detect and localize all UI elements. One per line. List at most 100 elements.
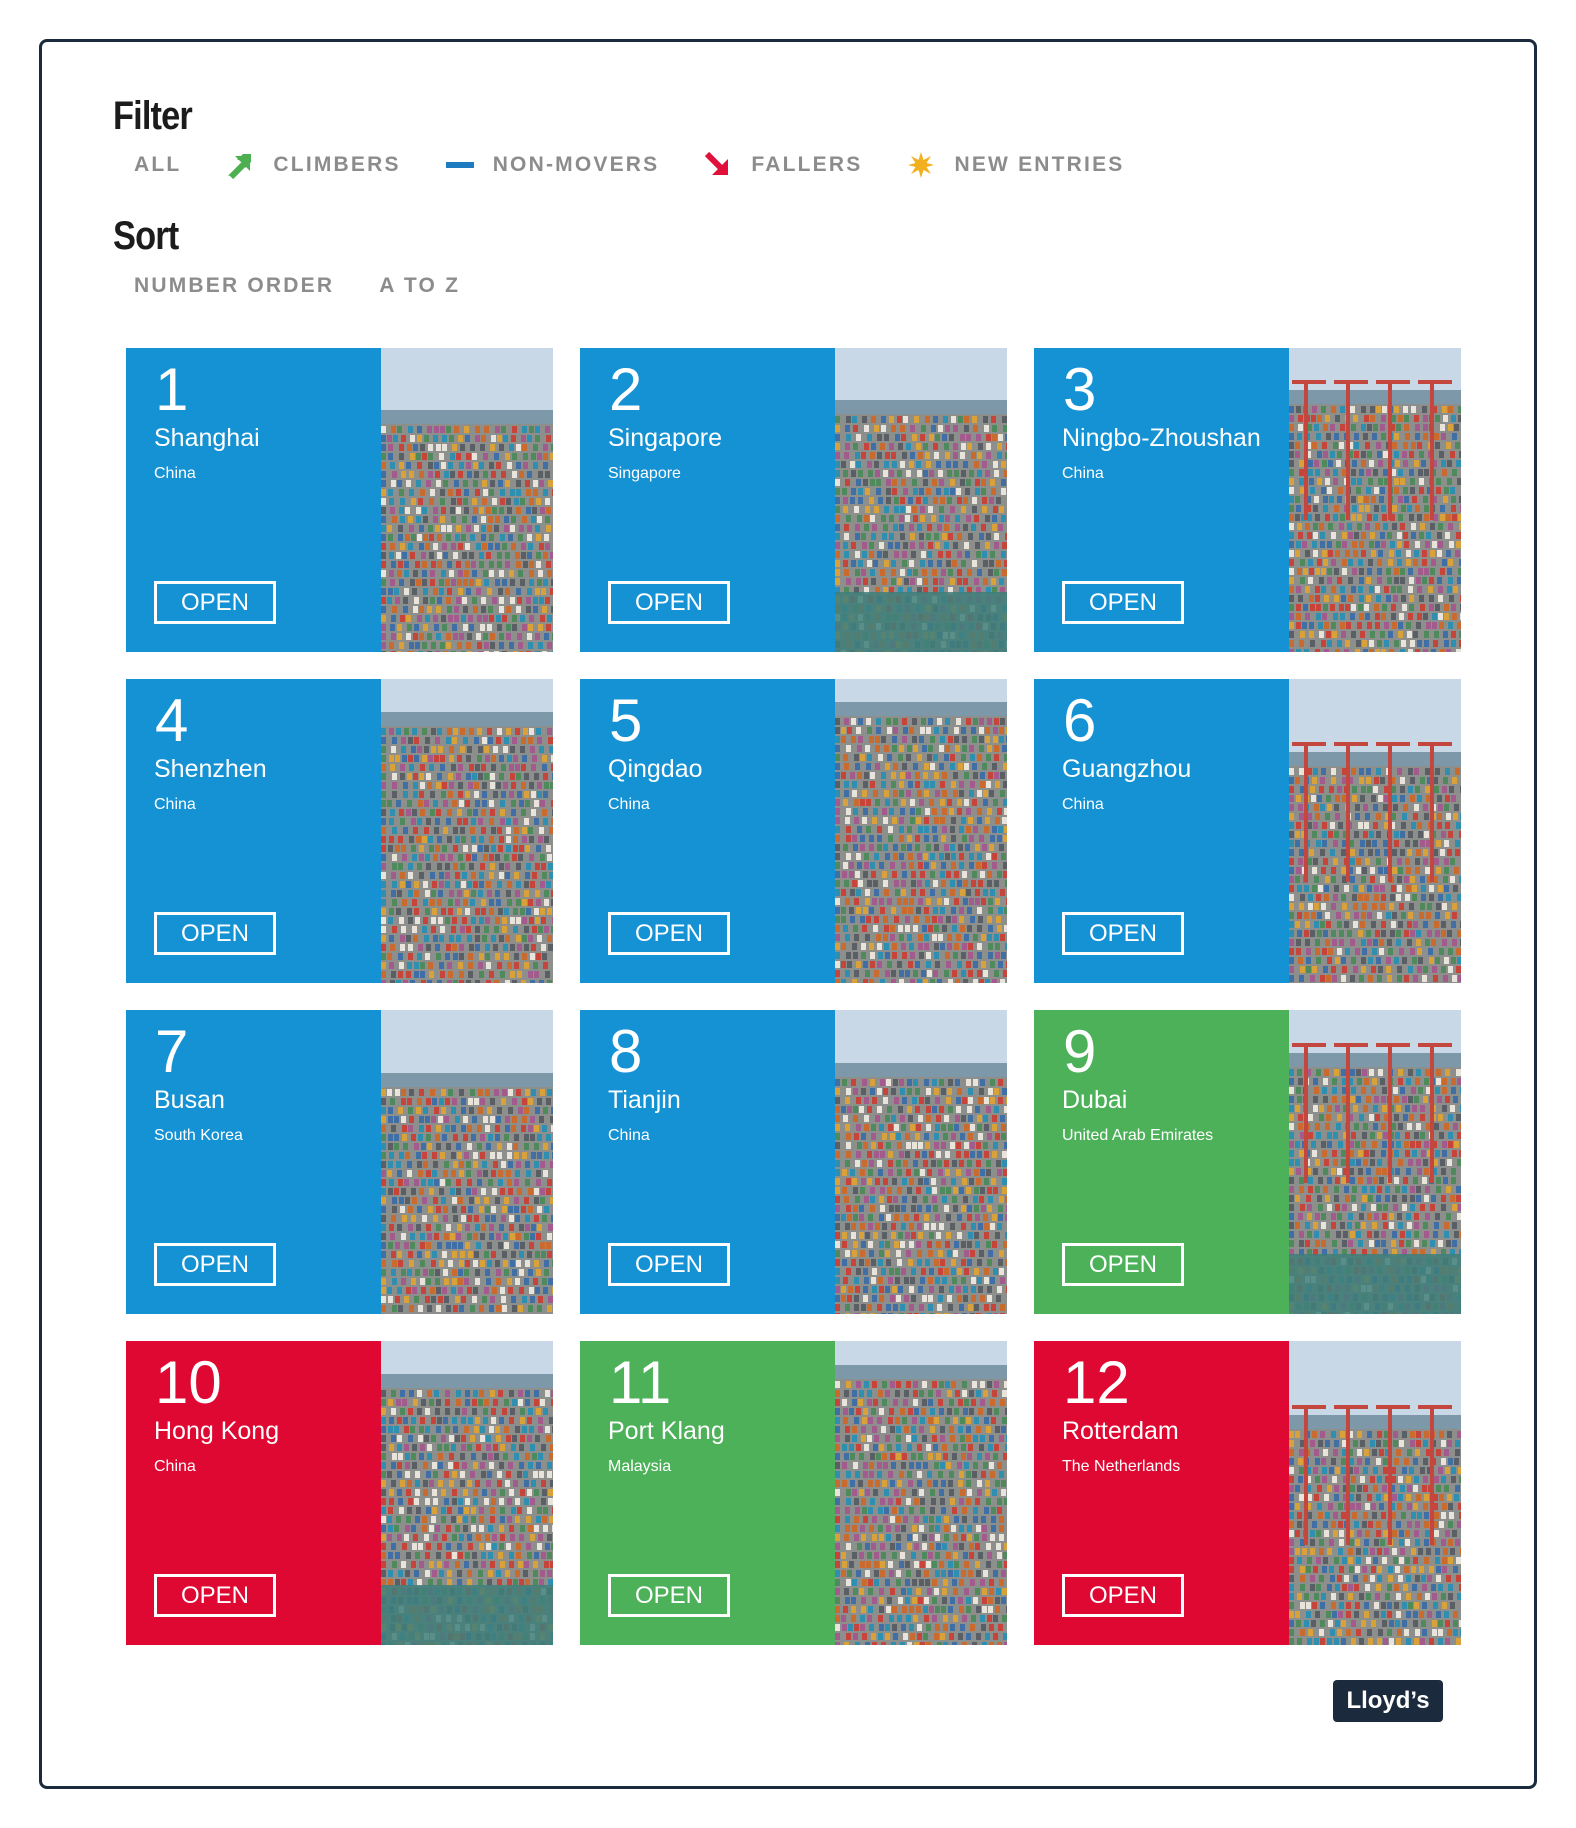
port-photo <box>1289 679 1461 983</box>
port-grid: 1 Shanghai China OPEN 2 Singapore Singap… <box>126 348 1461 1645</box>
port-card[interactable]: 7 Busan South Korea OPEN <box>126 1010 553 1314</box>
filter-fallers-label: FALLERS <box>751 153 863 176</box>
port-card-panel: 8 Tianjin China OPEN <box>580 1010 835 1314</box>
port-rank: 5 <box>609 687 643 754</box>
open-button[interactable]: OPEN <box>154 912 276 955</box>
port-city: Hong Kong <box>154 1417 280 1445</box>
filter-new-entries[interactable]: NEW ENTRIES <box>906 150 1124 180</box>
open-button[interactable]: OPEN <box>154 1574 276 1617</box>
port-card[interactable]: 12 Rotterdam The Netherlands OPEN <box>1034 1341 1461 1645</box>
filter-new-entries-label: NEW ENTRIES <box>954 153 1125 176</box>
port-card[interactable]: 5 Qingdao China OPEN <box>580 679 1007 983</box>
port-city: Port Klang <box>608 1417 725 1445</box>
open-button[interactable]: OPEN <box>1062 581 1184 624</box>
sort-a-to-z-label: A TO Z <box>379 274 461 297</box>
filter-all-label: ALL <box>134 153 182 176</box>
filter-climbers[interactable]: CLIMBERS <box>225 150 400 180</box>
filter-fallers[interactable]: FALLERS <box>703 150 862 180</box>
port-city: Busan <box>154 1086 225 1114</box>
port-rank: 8 <box>609 1018 643 1085</box>
port-country: China <box>608 1127 650 1144</box>
sort-a-to-z[interactable]: A TO Z <box>379 274 460 298</box>
port-rank: 11 <box>609 1349 672 1416</box>
port-country: China <box>154 465 196 482</box>
port-photo <box>381 1341 553 1645</box>
port-card-panel: 9 Dubai United Arab Emirates OPEN <box>1034 1010 1289 1314</box>
port-card[interactable]: 6 Guangzhou China OPEN <box>1034 679 1461 983</box>
port-rank: 7 <box>155 1018 189 1085</box>
open-button[interactable]: OPEN <box>1062 912 1184 955</box>
port-photo <box>835 1341 1007 1645</box>
port-city: Singapore <box>608 424 722 452</box>
arrow-down-right-icon <box>703 150 733 180</box>
port-city: Dubai <box>1062 1086 1128 1114</box>
port-photo <box>835 348 1007 652</box>
port-country: China <box>154 796 196 813</box>
port-card-panel: 3 Ningbo-Zhoushan China OPEN <box>1034 348 1289 652</box>
filter-options: ALL CLIMBERS NON-MOVERS FALLERS NEW ENTR… <box>134 148 1169 182</box>
sort-title: Sort <box>113 214 179 258</box>
open-button[interactable]: OPEN <box>608 581 730 624</box>
sort-number-order-label: NUMBER ORDER <box>134 274 335 297</box>
open-button[interactable]: OPEN <box>1062 1243 1184 1286</box>
port-photo <box>1289 1341 1461 1645</box>
port-country: United Arab Emirates <box>1062 1127 1214 1144</box>
port-card[interactable]: 9 Dubai United Arab Emirates OPEN <box>1034 1010 1461 1314</box>
port-rank: 12 <box>1063 1349 1130 1416</box>
port-card-panel: 6 Guangzhou China OPEN <box>1034 679 1289 983</box>
port-city: Rotterdam <box>1062 1417 1179 1445</box>
port-card[interactable]: 3 Ningbo-Zhoushan China OPEN <box>1034 348 1461 652</box>
port-card[interactable]: 8 Tianjin China OPEN <box>580 1010 1007 1314</box>
port-country: China <box>154 1458 196 1475</box>
port-country: China <box>1062 465 1104 482</box>
port-card-panel: 2 Singapore Singapore OPEN <box>580 348 835 652</box>
arrow-up-right-icon <box>225 150 255 180</box>
filter-non-movers[interactable]: NON-MOVERS <box>445 150 660 180</box>
port-card-panel: 11 Port Klang Malaysia OPEN <box>580 1341 835 1645</box>
open-button[interactable]: OPEN <box>608 1243 730 1286</box>
port-card[interactable]: 2 Singapore Singapore OPEN <box>580 348 1007 652</box>
port-card-panel: 4 Shenzhen China OPEN <box>126 679 381 983</box>
open-button[interactable]: OPEN <box>1062 1574 1184 1617</box>
open-button[interactable]: OPEN <box>608 912 730 955</box>
filter-non-movers-label: NON-MOVERS <box>492 153 660 176</box>
port-rank: 6 <box>1063 687 1097 754</box>
port-country: South Korea <box>154 1127 243 1144</box>
sort-number-order[interactable]: NUMBER ORDER <box>134 274 334 298</box>
port-country: Malaysia <box>608 1458 672 1475</box>
port-country: The Netherlands <box>1062 1458 1181 1475</box>
port-card[interactable]: 10 Hong Kong China OPEN <box>126 1341 553 1645</box>
filter-title: Filter <box>113 94 193 138</box>
port-card-panel: 12 Rotterdam The Netherlands OPEN <box>1034 1341 1289 1645</box>
port-city: Shanghai <box>154 424 260 452</box>
port-city: Ningbo-Zhoushan <box>1062 424 1261 452</box>
port-photo <box>381 1010 553 1314</box>
port-card[interactable]: 4 Shenzhen China OPEN <box>126 679 553 983</box>
filter-all[interactable]: ALL <box>134 153 181 177</box>
port-rank: 2 <box>609 356 643 423</box>
lloyds-logo: Lloyd’s <box>1333 1680 1443 1722</box>
port-card-panel: 5 Qingdao China OPEN <box>580 679 835 983</box>
filter-climbers-label: CLIMBERS <box>273 153 401 176</box>
port-country: Singapore <box>608 465 681 482</box>
port-city: Guangzhou <box>1062 755 1192 783</box>
port-photo <box>835 1010 1007 1314</box>
port-card[interactable]: 1 Shanghai China OPEN <box>126 348 553 652</box>
port-card-panel: 10 Hong Kong China OPEN <box>126 1341 381 1645</box>
port-city: Tianjin <box>608 1086 681 1114</box>
port-photo <box>835 679 1007 983</box>
star-burst-icon <box>906 150 936 180</box>
port-country: China <box>608 796 650 813</box>
port-rank: 3 <box>1063 356 1097 423</box>
open-button[interactable]: OPEN <box>154 581 276 624</box>
port-rank: 9 <box>1063 1018 1097 1085</box>
open-button[interactable]: OPEN <box>154 1243 276 1286</box>
port-photo <box>381 679 553 983</box>
port-rank: 4 <box>155 687 189 754</box>
port-country: China <box>1062 796 1104 813</box>
port-city: Qingdao <box>608 755 703 783</box>
sort-options: NUMBER ORDER A TO Z <box>134 270 505 302</box>
port-card[interactable]: 11 Port Klang Malaysia OPEN <box>580 1341 1007 1645</box>
open-button[interactable]: OPEN <box>608 1574 730 1617</box>
port-card-panel: 7 Busan South Korea OPEN <box>126 1010 381 1314</box>
